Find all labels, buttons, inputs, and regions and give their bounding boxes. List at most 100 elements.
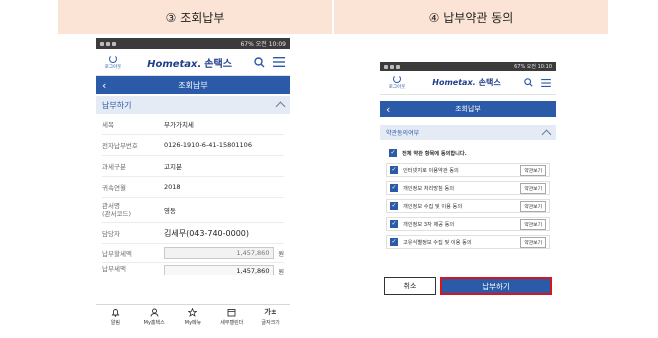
row-label: 귀속연월 bbox=[102, 184, 126, 192]
term-item: ✓ 인터넷지로 이용약관 동의 약관보기 bbox=[386, 163, 550, 177]
nav-my-hometax[interactable]: My홈택스 bbox=[135, 305, 174, 328]
step-3-caption: ③ 조회납부 bbox=[58, 0, 332, 34]
status-bar: 67% 오전 10:09 bbox=[96, 38, 290, 49]
app-logo[interactable]: Hometax. 손택스 bbox=[147, 55, 232, 70]
person-icon bbox=[150, 308, 159, 317]
page-title: 조회납부 bbox=[178, 80, 208, 90]
agree-all-label: 전체 약관 항목에 동의합니다. bbox=[402, 150, 467, 157]
amount-field: 1,457,860 bbox=[164, 247, 275, 259]
section-header-terms[interactable]: 약관동의여부 bbox=[380, 125, 556, 140]
term-item: ✓ 개인정보 처리방침 동의 약관보기 bbox=[386, 181, 550, 195]
checkbox-checked-icon[interactable]: ✓ bbox=[389, 149, 397, 157]
clock: 오전 10:10 bbox=[526, 64, 552, 70]
checkbox-checked-icon[interactable]: ✓ bbox=[390, 166, 398, 174]
amount-label: 납부할세액 bbox=[102, 250, 132, 258]
detail-row: 전자납부번호 0126-1910-6-41-15801106 bbox=[102, 135, 284, 156]
term-label: 인터넷지로 이용약관 동의 bbox=[403, 167, 459, 174]
phone-screen-terms-agreement: 67% 오전 10:10 로그아웃 Hometax. 손택스 ‹ 조회납부 약관… bbox=[380, 62, 556, 300]
phone-screen-inquiry-payment: 67% 오전 10:09 로그아웃 Hometax. 손택스 ‹ 조회납부 납부… bbox=[96, 38, 290, 328]
pay-amount-field[interactable]: 1,457,860 bbox=[164, 265, 275, 275]
nav-tax-calendar[interactable]: 세무캘린더 bbox=[212, 305, 251, 328]
collapse-caret-icon[interactable] bbox=[275, 101, 286, 112]
term-label: 개인정보 처리방침 동의 bbox=[403, 185, 455, 192]
currency-unit: 원 bbox=[278, 268, 284, 276]
back-icon[interactable]: ‹ bbox=[386, 104, 390, 115]
logo-ko: 손택스 bbox=[478, 78, 501, 87]
nav-label: 세무캘린더 bbox=[220, 319, 244, 326]
cancel-button[interactable]: 취소 bbox=[384, 277, 436, 295]
nav-my-menu[interactable]: My메뉴 bbox=[174, 305, 213, 328]
checkbox-checked-icon[interactable]: ✓ bbox=[390, 184, 398, 192]
power-icon bbox=[393, 75, 401, 83]
logo-en: Hometax. bbox=[147, 58, 202, 70]
logout-button[interactable]: 로그아웃 bbox=[101, 54, 125, 70]
step-4-caption: ④ 납부약관 동의 bbox=[332, 0, 608, 34]
bottom-navigation: 알림 My홈택스 My메뉴 세무캘린더 가± 글자크기 bbox=[96, 304, 290, 328]
logout-button[interactable]: 로그아웃 bbox=[385, 75, 409, 90]
nav-label: 알림 bbox=[110, 319, 120, 326]
row-label: 담당자 bbox=[102, 230, 120, 238]
detail-row: 과세구분 고지분 bbox=[102, 156, 284, 177]
nav-notifications[interactable]: 알림 bbox=[96, 305, 135, 328]
row-label: 세목 bbox=[102, 121, 114, 129]
row-value: 김세무(043-740-0000) bbox=[164, 228, 249, 238]
row-label: 전자납부번호 bbox=[102, 142, 138, 150]
term-label: 개인정보 수집 및 이용 동의 bbox=[403, 203, 463, 210]
amount-row: 납부할세액 1,457,860 원 bbox=[102, 244, 284, 263]
collapse-caret-icon[interactable] bbox=[541, 129, 552, 139]
nav-label: 글자크기 bbox=[261, 320, 280, 326]
checkbox-checked-icon[interactable]: ✓ bbox=[390, 238, 398, 246]
term-label: 고유식별정보 수집 및 이용 동의 bbox=[403, 239, 472, 246]
hamburger-menu-icon[interactable] bbox=[541, 78, 551, 87]
clock: 오전 10:09 bbox=[255, 41, 286, 48]
search-icon[interactable] bbox=[524, 78, 533, 87]
row-value: 영동 bbox=[164, 207, 176, 215]
action-buttons: 취소 납부하기 bbox=[384, 277, 552, 295]
view-terms-button[interactable]: 약관보기 bbox=[520, 164, 546, 176]
detail-row: 담당자 김세무(043-740-0000) bbox=[102, 223, 284, 244]
row-value: 0126-1910-6-41-15801106 bbox=[164, 141, 252, 149]
font-size-icon: 가± bbox=[264, 308, 277, 316]
page-titlebar: ‹ 조회납부 bbox=[96, 76, 290, 94]
bell-icon bbox=[111, 308, 120, 317]
view-terms-button[interactable]: 약관보기 bbox=[520, 218, 546, 230]
view-terms-button[interactable]: 약관보기 bbox=[520, 200, 546, 212]
calendar-icon bbox=[227, 308, 236, 316]
page-title: 조회납부 bbox=[455, 105, 481, 113]
checkbox-checked-icon[interactable]: ✓ bbox=[390, 202, 398, 210]
amount-label: 납부세액 bbox=[102, 265, 126, 273]
terms-list: ✓ 전체 약관 항목에 동의합니다. ✓ 인터넷지로 이용약관 동의 약관보기 … bbox=[380, 140, 556, 249]
amount-row: 납부세액 1,457,860 원 bbox=[102, 263, 284, 275]
star-icon bbox=[188, 307, 198, 317]
row-label: 과세구분 bbox=[102, 163, 126, 171]
term-item: ✓ 개인정보 3자 제공 동의 약관보기 bbox=[386, 217, 550, 231]
status-bar: 67% 오전 10:10 bbox=[380, 62, 556, 71]
checkbox-checked-icon[interactable]: ✓ bbox=[390, 220, 398, 228]
currency-unit: 원 bbox=[278, 250, 284, 258]
notification-icons bbox=[384, 64, 400, 69]
section-header-payment[interactable]: 납부하기 bbox=[96, 96, 290, 114]
hamburger-menu-icon[interactable] bbox=[272, 57, 285, 67]
nav-label: My홈택스 bbox=[143, 319, 165, 326]
power-icon bbox=[109, 54, 117, 63]
search-icon[interactable] bbox=[254, 56, 265, 68]
app-logo[interactable]: Hometax. 손택스 bbox=[432, 77, 500, 88]
view-terms-button[interactable]: 약관보기 bbox=[520, 182, 546, 194]
term-item: ✓ 개인정보 수집 및 이용 동의 약관보기 bbox=[386, 199, 550, 213]
notification-icons bbox=[100, 41, 116, 46]
section-title: 약관동의여부 bbox=[386, 130, 420, 137]
nav-font-size[interactable]: 가± 글자크기 bbox=[251, 305, 290, 328]
logo-ko: 손택스 bbox=[204, 58, 232, 70]
term-label: 개인정보 3자 제공 동의 bbox=[403, 221, 455, 228]
term-item: ✓ 고유식별정보 수집 및 이용 동의 약관보기 bbox=[386, 235, 550, 249]
app-header: 로그아웃 Hometax. 손택스 bbox=[380, 71, 556, 95]
page-titlebar: ‹ 조회납부 bbox=[380, 101, 556, 117]
back-icon[interactable]: ‹ bbox=[102, 80, 106, 91]
nav-label: My메뉴 bbox=[184, 319, 202, 326]
view-terms-button[interactable]: 약관보기 bbox=[520, 236, 546, 248]
logo-en: Hometax. bbox=[432, 78, 476, 87]
row-value: 2018 bbox=[164, 183, 181, 191]
detail-row: 귀속연월 2018 bbox=[102, 177, 284, 198]
agree-all-checkbox[interactable]: ✓ 전체 약관 항목에 동의합니다. bbox=[386, 146, 550, 160]
pay-button[interactable]: 납부하기 bbox=[440, 277, 552, 295]
